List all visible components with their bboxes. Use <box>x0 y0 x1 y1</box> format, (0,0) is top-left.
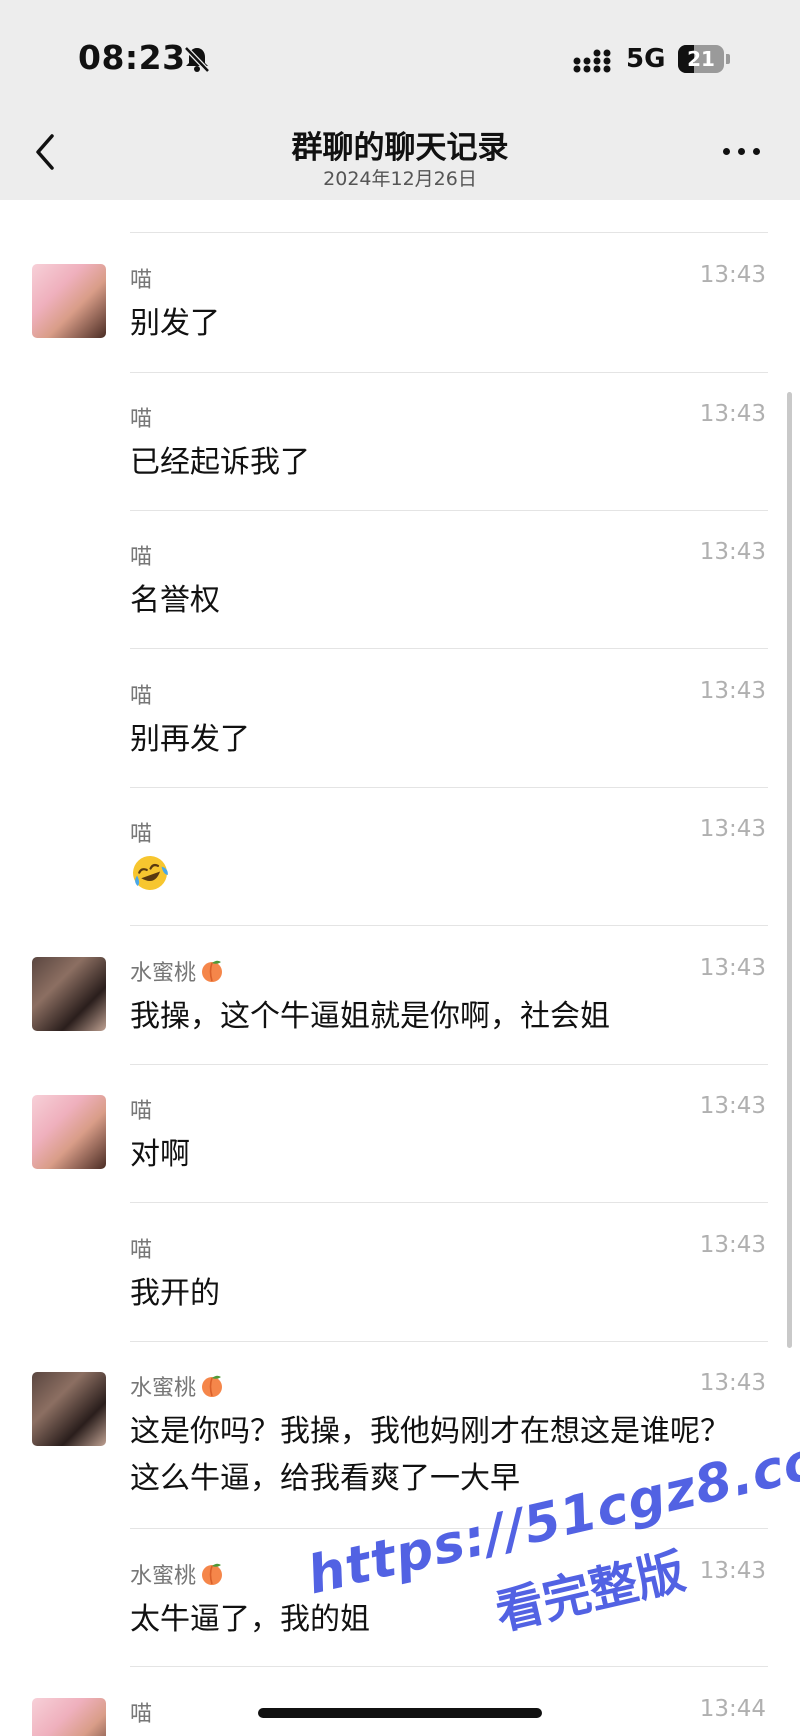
sender-name: 水蜜桃 <box>130 1558 225 1590</box>
divider <box>130 787 768 788</box>
laughing-crying-emoji-icon <box>133 856 168 890</box>
network-label: 5G <box>626 44 666 74</box>
avatar[interactable] <box>32 1372 106 1446</box>
message-text: 对啊 <box>130 1137 190 1172</box>
message-time: 13:43 <box>699 816 766 842</box>
page-title: 群聊的聊天记录 <box>291 130 509 166</box>
sender-name: 水蜜桃 <box>130 1370 225 1402</box>
peach-emoji-icon <box>202 960 223 982</box>
message-time: 13:43 <box>699 1370 766 1396</box>
sender-name: 喵 <box>130 1702 153 1727</box>
more-options-icon[interactable] <box>720 144 764 158</box>
sender-name: 喵 <box>130 822 153 847</box>
sender-name: 喵 <box>130 1238 153 1263</box>
message-time: 13:43 <box>699 262 766 288</box>
divider <box>130 1666 768 1667</box>
sender-name: 喵 <box>130 268 153 293</box>
message-time: 13:43 <box>699 1093 766 1119</box>
divider <box>130 1341 768 1342</box>
message-time: 13:44 <box>699 1696 766 1722</box>
sender-name: 喵 <box>130 545 153 570</box>
divider <box>130 1528 768 1529</box>
message-text: 这是你吗？我操，我他妈刚才在想这是谁呢？ 这么牛逼，给我看爽了一大早 <box>130 1414 730 1496</box>
divider <box>130 372 768 373</box>
message-time: 13:43 <box>699 955 766 981</box>
avatar[interactable] <box>32 1698 106 1736</box>
message-text: 已经起诉我了 <box>130 445 310 480</box>
divider <box>130 510 768 511</box>
message-text: 我开的 <box>130 1276 220 1311</box>
message-text: 我操，这个牛逼姐就是你啊，社会姐 <box>130 999 610 1034</box>
bell-muted-icon <box>184 46 210 73</box>
avatar[interactable] <box>32 957 106 1031</box>
battery-icon: 21 <box>678 45 730 73</box>
message-text: 名誉权 <box>130 583 220 618</box>
scrollbar[interactable] <box>787 392 792 1348</box>
page-subtitle: 2024年12月26日 <box>323 168 477 190</box>
divider <box>130 1202 768 1203</box>
message-time: 13:43 <box>699 401 766 427</box>
home-indicator[interactable] <box>258 1708 542 1718</box>
battery-level: 21 <box>687 47 715 71</box>
message-text: 别再发了 <box>130 722 250 757</box>
top-bar: 08:23 5G 21 群聊的聊天记录 2024年12月26日 <box>0 0 800 200</box>
divider <box>130 925 768 926</box>
avatar[interactable] <box>32 1095 106 1169</box>
sender-name: 喵 <box>130 684 153 709</box>
message-time: 13:43 <box>699 1558 766 1584</box>
divider <box>130 232 768 233</box>
status-time: 08:23 <box>78 38 186 77</box>
message-time: 13:43 <box>699 1232 766 1258</box>
avatar[interactable] <box>32 264 106 338</box>
sender-name: 喵 <box>130 1099 153 1124</box>
sender-name: 喵 <box>130 407 153 432</box>
message-time: 13:43 <box>699 539 766 565</box>
peach-emoji-icon <box>202 1563 223 1585</box>
peach-emoji-icon <box>202 1375 223 1397</box>
sender-name: 水蜜桃 <box>130 955 225 987</box>
divider <box>130 648 768 649</box>
divider <box>130 1064 768 1065</box>
signal-icon <box>573 49 611 73</box>
message-text: 太牛逼了，我的姐 <box>130 1602 370 1637</box>
message-time: 13:43 <box>699 678 766 704</box>
message-list[interactable]: 喵 13:43 别发了 喵 13:43 已经起诉我了 喵 13:43 名誉权 喵… <box>0 200 800 1736</box>
message-text: 别发了 <box>130 306 220 341</box>
